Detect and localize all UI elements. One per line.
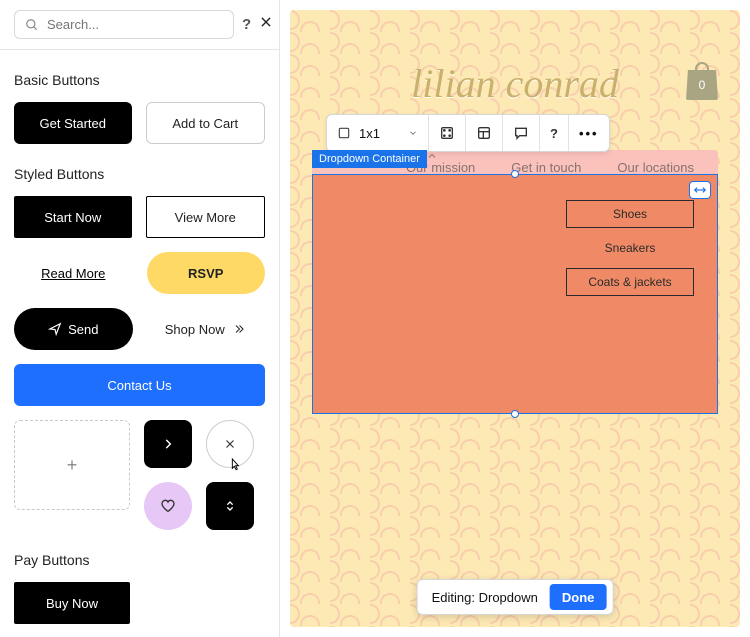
chevron-right-icon <box>161 437 175 451</box>
section-pay-buttons-title: Pay Buttons <box>14 552 265 568</box>
double-chevron-right-icon <box>231 323 247 335</box>
preset-buy-now[interactable]: Buy Now <box>14 582 130 624</box>
cursor-icon <box>227 457 243 473</box>
add-panel: ? Basic Buttons Get Started Add to Cart … <box>0 0 280 637</box>
preset-icon-sort[interactable] <box>206 482 254 530</box>
preset-send-label: Send <box>68 322 98 337</box>
help-icon[interactable]: ? <box>242 16 251 33</box>
collapse-dropdown-icon[interactable] <box>426 150 438 162</box>
app-root: ? Basic Buttons Get Started Add to Cart … <box>0 0 750 637</box>
search-icon <box>25 18 39 32</box>
preset-shop-now-label: Shop Now <box>165 322 225 337</box>
preset-icon-arrow-right[interactable] <box>144 420 192 468</box>
plus-icon: + <box>67 455 78 476</box>
cart-count: 0 <box>699 78 706 92</box>
done-button[interactable]: Done <box>550 584 607 610</box>
stretch-horizontal-icon <box>693 185 707 195</box>
chevron-down-icon <box>408 128 418 138</box>
stretch-handle[interactable] <box>689 181 711 199</box>
sort-arrows-icon <box>222 498 238 514</box>
search-input[interactable] <box>47 17 223 32</box>
search-box[interactable] <box>14 10 234 39</box>
site-preview: lilian conrad 0 1x1 <box>290 10 740 627</box>
grid-size-select[interactable]: 1x1 <box>327 115 429 151</box>
responsive-icon <box>439 125 455 141</box>
bag-body: 0 <box>686 70 718 100</box>
editing-mode-label: Editing: Dropdown <box>432 590 538 605</box>
more-icon: ••• <box>579 126 599 141</box>
dropdown-menu-stack: Shoes Sneakers Coats & jackets <box>566 200 694 296</box>
toolbar-responsive-button[interactable] <box>429 115 466 151</box>
panel-body: Basic Buttons Get Started Add to Cart St… <box>0 72 279 624</box>
heart-icon <box>160 498 176 514</box>
section-styled-buttons-title: Styled Buttons <box>14 166 265 182</box>
close-icon <box>223 437 237 451</box>
preset-view-more[interactable]: View More <box>146 196 266 238</box>
menu-item-coats[interactable]: Coats & jackets <box>566 268 694 296</box>
cart-bag[interactable]: 0 <box>686 62 718 100</box>
toolbar-help-button[interactable]: ? <box>540 115 569 151</box>
nav-item-contact[interactable]: Get in touch <box>511 160 581 175</box>
section-basic-buttons-title: Basic Buttons <box>14 72 265 88</box>
layout-icon <box>476 125 492 141</box>
toolbar-more-button[interactable]: ••• <box>569 115 609 151</box>
site-header: lilian conrad <box>290 60 740 107</box>
preset-read-more[interactable]: Read More <box>14 252 133 294</box>
element-toolbar: 1x1 ? ••• <box>326 114 610 152</box>
comment-icon <box>513 125 529 141</box>
toolbar-comment-button[interactable] <box>503 115 540 151</box>
editor-canvas: lilian conrad 0 1x1 <box>280 0 750 637</box>
preset-placeholder[interactable]: + <box>14 420 130 510</box>
square-icon <box>337 126 351 140</box>
menu-item-sneakers[interactable]: Sneakers <box>566 234 694 262</box>
close-panel-button[interactable] <box>259 15 273 34</box>
preset-add-to-cart[interactable]: Add to Cart <box>146 102 266 144</box>
menu-item-shoes[interactable]: Shoes <box>566 200 694 228</box>
preset-start-now[interactable]: Start Now <box>14 196 132 238</box>
resize-handle-top[interactable] <box>511 170 519 178</box>
site-brand: lilian conrad <box>411 60 619 107</box>
send-icon <box>48 322 62 336</box>
grid-size-label: 1x1 <box>359 126 380 141</box>
preset-icon-heart[interactable] <box>144 482 192 530</box>
preset-shop-now[interactable]: Shop Now <box>147 308 266 350</box>
editing-mode-bar: Editing: Dropdown Done <box>417 579 614 615</box>
preset-contact-us[interactable]: Contact Us <box>14 364 265 406</box>
preset-send[interactable]: Send <box>14 308 133 350</box>
preset-icon-close-circle[interactable] <box>206 420 254 468</box>
resize-handle-bottom[interactable] <box>511 410 519 418</box>
selection-label[interactable]: Dropdown Container <box>312 150 427 168</box>
nav-item-locations[interactable]: Our locations <box>617 160 694 175</box>
preset-rsvp[interactable]: RSVP <box>147 252 266 294</box>
panel-search-row: ? <box>0 0 279 50</box>
toolbar-layout-button[interactable] <box>466 115 503 151</box>
preset-get-started[interactable]: Get Started <box>14 102 132 144</box>
question-icon: ? <box>550 126 558 141</box>
